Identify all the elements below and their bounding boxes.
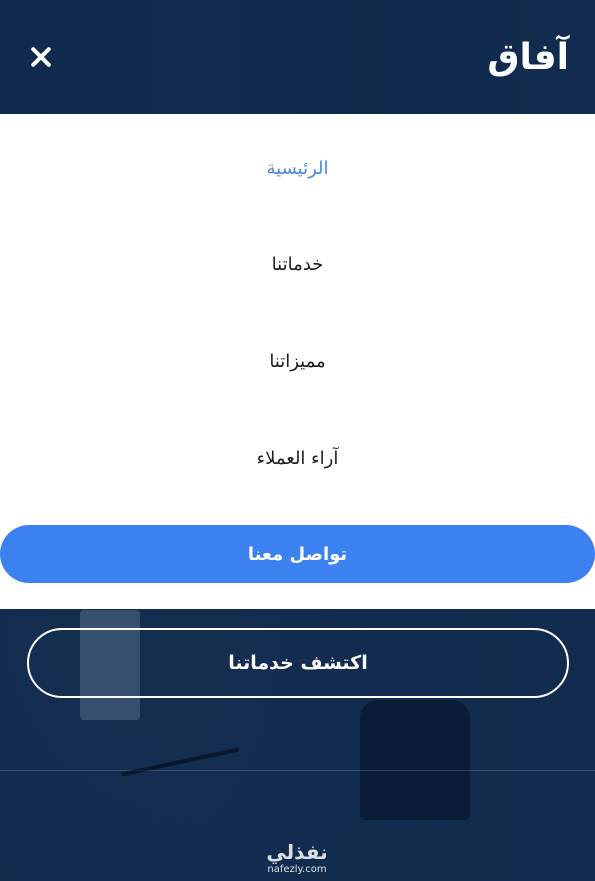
- site-header: آفاق: [0, 0, 595, 114]
- menu-item-features[interactable]: مميزاتنا: [0, 351, 595, 372]
- menu-item-services[interactable]: خدماتنا: [0, 254, 595, 275]
- discover-services-button[interactable]: اكتشف خدماتنا: [27, 628, 569, 698]
- menu-item-testimonials[interactable]: آراء العملاء: [0, 448, 595, 469]
- watermark-latin: nafezly.com: [267, 864, 327, 875]
- site-logo[interactable]: آفاق: [487, 37, 569, 78]
- background-detail: [0, 770, 595, 771]
- mobile-page: آفاق الرئيسية خدماتنا مميزاتنا آراء العم…: [0, 0, 595, 881]
- menu-item-home[interactable]: الرئيسية: [0, 158, 595, 179]
- mobile-menu: الرئيسية خدماتنا مميزاتنا آراء العملاء ت…: [0, 114, 595, 609]
- contact-us-button[interactable]: تواصل معنا: [0, 525, 595, 583]
- watermark-arabic: نفذلي: [266, 840, 328, 864]
- close-icon[interactable]: [26, 42, 56, 72]
- watermark-logo: نفذلي nafezly.com: [247, 840, 347, 876]
